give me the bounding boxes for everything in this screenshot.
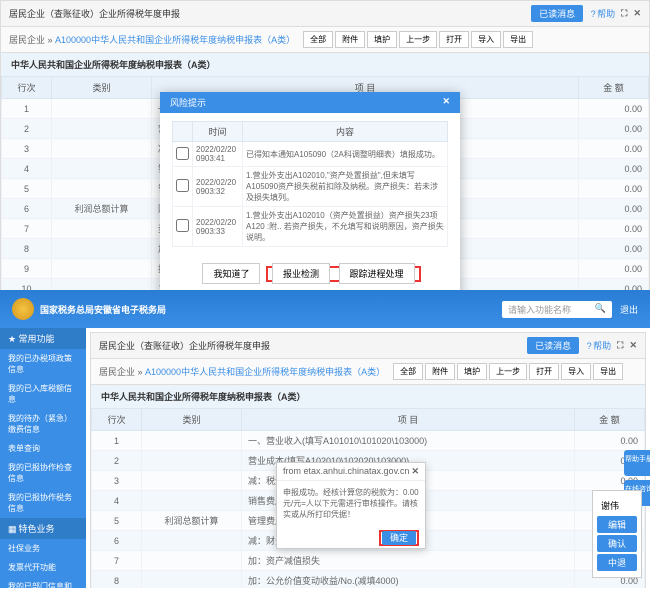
modal-row-check[interactable] (176, 219, 189, 232)
modal-row-check[interactable] (176, 179, 189, 192)
tab-export-2[interactable]: 导出 (593, 363, 623, 380)
tab-export[interactable]: 导出 (503, 31, 533, 48)
sidebar-item[interactable]: 我的已办税项政策信息 (0, 349, 86, 379)
breadcrumb-2: 居民企业 » A100000中华人民共和国企业所得税年度纳税申报表（A类） (99, 365, 385, 378)
tab-import[interactable]: 导入 (471, 31, 501, 48)
search-icon: 🔍 (595, 303, 606, 316)
sidebar-section-special: ▦ 特色业务 (0, 518, 86, 539)
sidebar-item[interactable]: 我的已部门信息和业务查询 (0, 577, 86, 588)
tab-import-2[interactable]: 导入 (561, 363, 591, 380)
help-link[interactable]: ?帮助 (589, 7, 615, 20)
tab-fill-2[interactable]: 填护 (457, 363, 487, 380)
gov-header: 国家税务总局安徽省电子税务局 (12, 298, 166, 320)
float-help[interactable]: 帮助手册 (624, 450, 650, 476)
sidebar-item[interactable]: 社保业务 (0, 539, 86, 558)
logout-link[interactable]: 退出 (620, 303, 638, 316)
tab-prev-2[interactable]: 上一步 (489, 363, 527, 380)
perm-title: 谢伟 (597, 497, 637, 514)
modal-title: 风险提示 (170, 96, 206, 109)
tab-open[interactable]: 打开 (439, 31, 469, 48)
grid-icon: ▦ (8, 524, 16, 535)
modal-close-icon[interactable]: ✕ (442, 96, 450, 109)
sidebar-item[interactable]: 发票代开功能 (0, 558, 86, 577)
sidebar-item[interactable]: 我的待办（紧急）缴费信息 (0, 409, 86, 439)
tab-all-2[interactable]: 全部 (393, 363, 423, 380)
sidebar-item[interactable]: 表单查询 (0, 439, 86, 458)
tab-all[interactable]: 全部 (303, 31, 333, 48)
modal-row: 2022/02/20 0903:331.营业外支出A102010（资产处置损益）… (173, 207, 448, 247)
confirm-title: from etax.anhui.chinatax.gov.cn (283, 466, 409, 477)
confirm-close-icon[interactable]: ✕ (411, 466, 419, 477)
confirm-ok-button[interactable]: 确定 (382, 531, 416, 545)
risk-modal: 风险提示 ✕ 时间内容 2022/02/20 0903:41已得知本通知A105… (160, 92, 460, 290)
search-input[interactable]: 请输入功能名称🔍 (502, 301, 612, 318)
tab-attach[interactable]: 附件 (335, 31, 365, 48)
page-title: 居民企业（查账征收）企业所得税年度申报 (9, 7, 180, 20)
page-title-2: 居民企业（查账征收）企业所得税年度申报 (99, 339, 270, 352)
close-icon[interactable]: ✕ (633, 8, 641, 19)
help-link-2[interactable]: ?帮助 (585, 339, 611, 352)
star-icon: ★ (8, 334, 16, 345)
sidebar: ★ 常用功能 我的已办税项政策信息我的已入库税额信息我的待办（紧急）缴费信息表单… (0, 328, 86, 588)
breadcrumb: 居民企业 » A100000中华人民共和国企业所得税年度纳税申报表（A类） (9, 33, 295, 46)
modal-row: 2022/02/20 0903:321.营业外支出A102010,"资产处置损益… (173, 167, 448, 207)
tab-open-2[interactable]: 打开 (529, 363, 559, 380)
read-msg-button[interactable]: 已读消息 (531, 5, 583, 22)
modal-row-check[interactable] (176, 147, 189, 160)
tab-attach-2[interactable]: 附件 (425, 363, 455, 380)
fullscreen-icon-2[interactable]: ⛶ (617, 340, 623, 351)
sidebar-section-common: ★ 常用功能 (0, 328, 86, 349)
emblem-icon (12, 298, 34, 320)
table-row: 7加：资产减值损失0.00 (92, 551, 645, 571)
help-icon: ? (589, 9, 597, 19)
table-row: 8加：公允价值变动收益/No.(减填4000)0.00 (92, 571, 645, 589)
table-title: 中华人民共和国企业所得税年度纳税申报表（A类） (1, 53, 649, 76)
perm-confirm[interactable]: 确认 (597, 535, 637, 552)
sidebar-item[interactable]: 我的已报协作检查信息 (0, 458, 86, 488)
modal-btn-track[interactable]: 跟踪进程处理 (339, 263, 415, 284)
close-icon-2[interactable]: ✕ (629, 340, 637, 351)
tab-prev[interactable]: 上一步 (399, 31, 437, 48)
modal-row: 2022/02/20 0903:41已得知本通知A105090（2A科调整明细表… (173, 142, 448, 167)
fullscreen-icon[interactable]: ⛶ (621, 8, 627, 19)
sidebar-item[interactable]: 我的已报协作税务信息 (0, 488, 86, 518)
table-row: 1一、营业收入(填写A101010\101020\103000)0.00 (92, 431, 645, 451)
confirm-dialog: from etax.anhui.chinatax.gov.cn✕ 申报成功。经核… (276, 462, 426, 549)
help-icon: ? (585, 341, 593, 351)
table-title-2: 中华人民共和国企业所得税年度纳税申报表（A类） (91, 385, 645, 408)
permission-popup: 谢伟 编辑 确认 中退 (592, 490, 642, 578)
tab-fill[interactable]: 填护 (367, 31, 397, 48)
modal-btn-know[interactable]: 我知道了 (202, 263, 260, 284)
read-msg-button-2[interactable]: 已读消息 (527, 337, 579, 354)
perm-edit[interactable]: 编辑 (597, 516, 637, 533)
perm-exit[interactable]: 中退 (597, 554, 637, 571)
sidebar-item[interactable]: 我的已入库税额信息 (0, 379, 86, 409)
confirm-body: 申报成功。经核计算您的税款为：0.00元/元=人以下元需进行审核操作。请核实或从… (277, 481, 425, 527)
modal-btn-check[interactable]: 报业检测 (272, 263, 330, 284)
